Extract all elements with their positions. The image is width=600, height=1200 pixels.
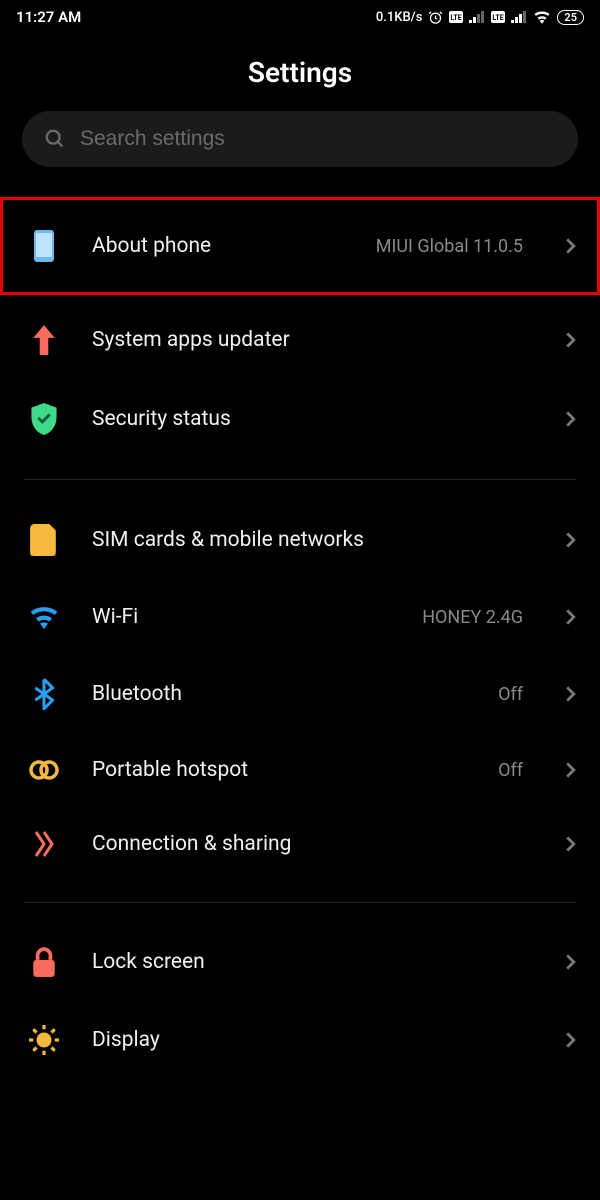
item-label: Wi-Fi xyxy=(92,605,394,629)
item-about-phone[interactable]: About phone MIUI Global 11.0.5 xyxy=(0,197,600,295)
item-value: HONEY 2.4G xyxy=(422,607,523,628)
sim-icon xyxy=(24,524,64,556)
chevron-right-icon xyxy=(565,1031,576,1049)
signal-icon-1 xyxy=(469,11,485,23)
chevron-right-icon xyxy=(565,331,576,349)
wifi-icon xyxy=(24,604,64,630)
svg-text:LTE: LTE xyxy=(451,14,462,22)
item-value: Off xyxy=(498,684,523,705)
item-sim-cards[interactable]: SIM cards & mobile networks xyxy=(0,500,600,580)
arrow-up-icon xyxy=(24,325,64,355)
battery-icon: 25 xyxy=(557,10,584,25)
status-time: 11:27 AM xyxy=(16,8,81,26)
item-label: SIM cards & mobile networks xyxy=(92,528,537,552)
chevron-right-icon xyxy=(565,608,576,626)
page-title: Settings xyxy=(0,56,600,89)
status-icons: 0.1KB/s LTE LTE 25 xyxy=(376,10,584,25)
item-label: Display xyxy=(92,1028,537,1052)
lock-icon xyxy=(24,947,64,977)
wifi-status-icon xyxy=(533,10,551,24)
item-lock-screen[interactable]: Lock screen xyxy=(0,923,600,1001)
chevron-right-icon xyxy=(565,953,576,971)
net-speed: 0.1KB/s xyxy=(376,10,423,25)
search-input[interactable] xyxy=(80,127,556,151)
connection-icon xyxy=(24,830,64,858)
svg-text:LTE: LTE xyxy=(493,14,504,22)
search-bar[interactable] xyxy=(22,111,578,167)
chevron-right-icon xyxy=(565,835,576,853)
item-label: Bluetooth xyxy=(92,682,470,706)
item-security-status[interactable]: Security status xyxy=(0,379,600,459)
chevron-right-icon xyxy=(565,237,576,255)
volte-icon-2: LTE xyxy=(491,11,505,23)
sun-icon xyxy=(24,1025,64,1055)
phone-icon xyxy=(24,230,64,262)
chevron-right-icon xyxy=(565,685,576,703)
item-display[interactable]: Display xyxy=(0,1001,600,1079)
item-system-apps-updater[interactable]: System apps updater xyxy=(0,301,600,379)
search-icon xyxy=(44,128,66,150)
signal-icon-2 xyxy=(511,11,527,23)
chevron-right-icon xyxy=(565,410,576,428)
item-label: System apps updater xyxy=(92,328,537,352)
item-value: MIUI Global 11.0.5 xyxy=(376,236,523,257)
shield-check-icon xyxy=(24,403,64,435)
bluetooth-icon xyxy=(24,678,64,710)
item-label: Connection & sharing xyxy=(92,832,537,856)
item-value: Off xyxy=(498,760,523,781)
divider xyxy=(24,902,576,903)
item-label: Lock screen xyxy=(92,950,537,974)
volte-icon-1: LTE xyxy=(449,11,463,23)
divider xyxy=(24,479,576,480)
item-label: Security status xyxy=(92,407,537,431)
hotspot-icon xyxy=(24,759,64,781)
item-wifi[interactable]: Wi-Fi HONEY 2.4G xyxy=(0,580,600,654)
alarm-icon xyxy=(428,10,443,25)
chevron-right-icon xyxy=(565,531,576,549)
item-connection-sharing[interactable]: Connection & sharing xyxy=(0,806,600,882)
item-label: Portable hotspot xyxy=(92,758,470,782)
item-label: About phone xyxy=(92,234,348,258)
item-bluetooth[interactable]: Bluetooth Off xyxy=(0,654,600,734)
status-bar: 11:27 AM 0.1KB/s LTE LTE 25 xyxy=(0,0,600,30)
item-portable-hotspot[interactable]: Portable hotspot Off xyxy=(0,734,600,806)
chevron-right-icon xyxy=(565,761,576,779)
